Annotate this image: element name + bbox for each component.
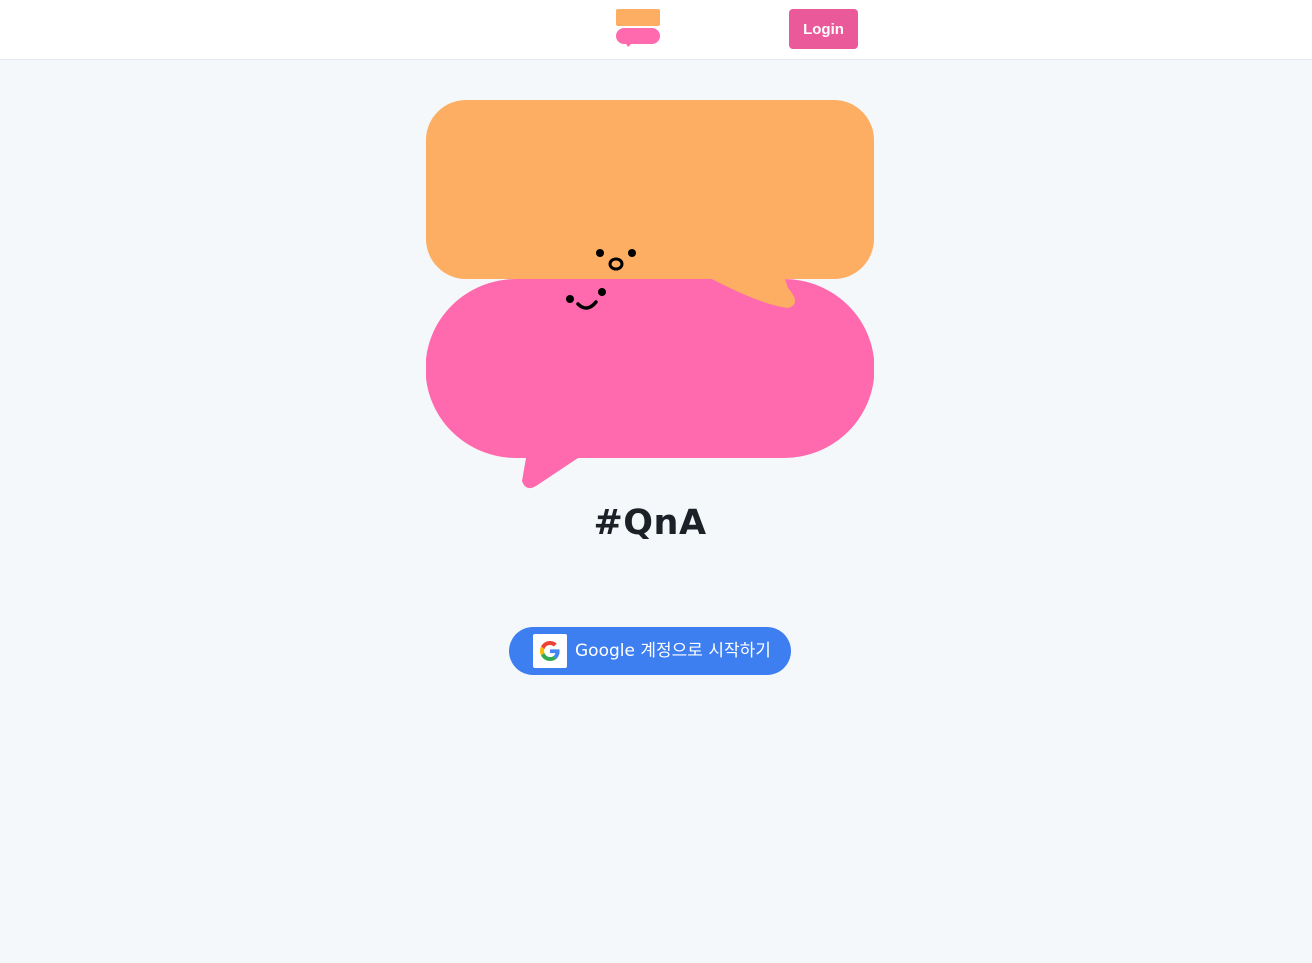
google-sign-in-button[interactable]: Google 계정으로 시작하기 [509,627,791,675]
speech-bubbles-logo-icon[interactable] [616,9,660,49]
smiling-speech-bubbles-icon [426,100,874,489]
login-button[interactable]: Login [789,9,858,49]
google-sign-in-label: Google 계정으로 시작하기 [575,641,771,661]
top-navigation-bar: Login [0,0,1312,60]
google-g-icon [533,634,567,668]
brand-title: #QnA [593,503,707,543]
